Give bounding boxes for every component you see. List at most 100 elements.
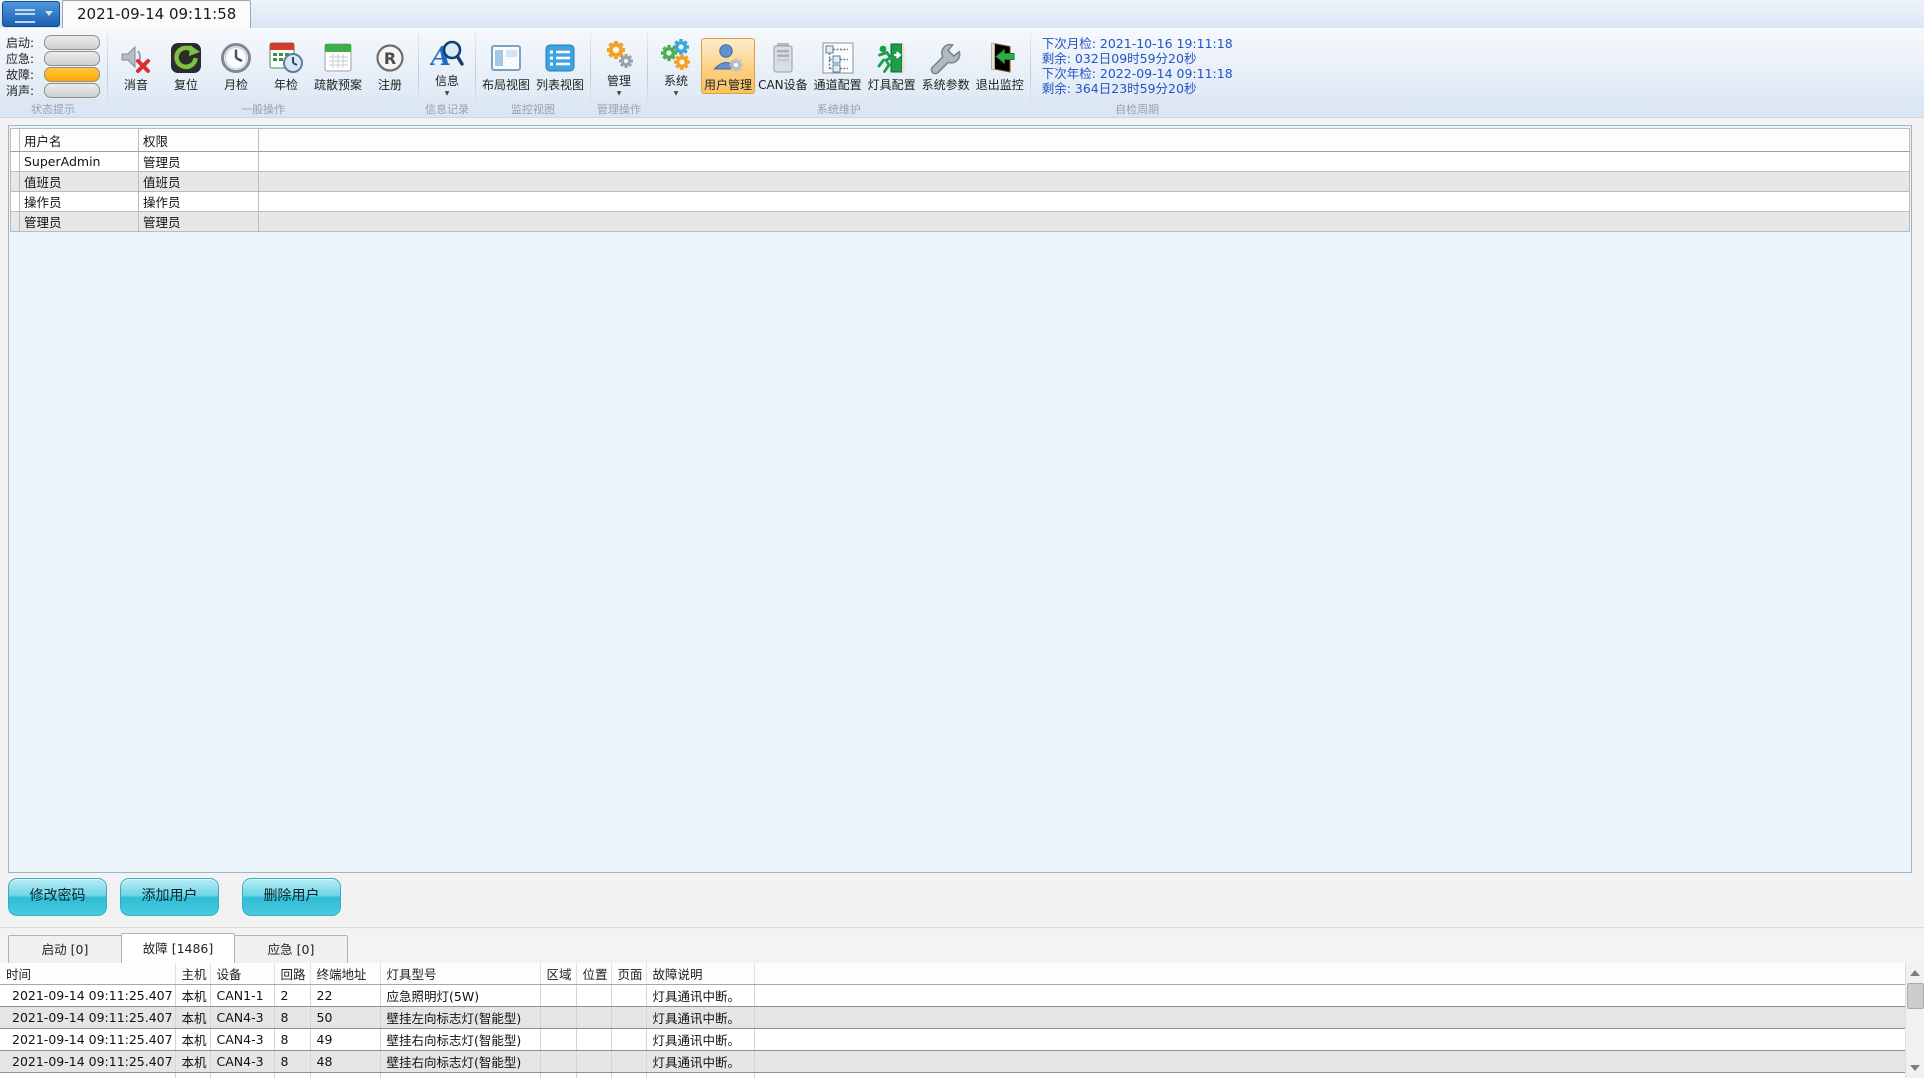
ribbon-group-info: A信息▼信息记录: [420, 28, 474, 117]
fault-cell: 50: [310, 1007, 380, 1029]
hamburger-menu-icon: [15, 9, 35, 23]
fault-column-header[interactable]: 回路: [274, 963, 310, 985]
fault-column-header[interactable]: 位置: [576, 963, 611, 985]
list-view-button[interactable]: 列表视图: [533, 38, 587, 94]
fault-cell: CAN4-3: [210, 1007, 274, 1029]
channel-config-button[interactable]: 通道配置: [811, 38, 865, 94]
ribbon-button-label: 系统: [664, 72, 688, 89]
user-role-cell: 值班员: [139, 172, 259, 192]
annual-check-button[interactable]: 年检: [261, 38, 311, 94]
ribbon-button-label: 灯具配置: [868, 76, 916, 93]
monthly-check-button[interactable]: 月检: [211, 38, 261, 94]
exit-monitor-button[interactable]: 退出监控: [973, 38, 1027, 94]
fault-cell: [611, 1029, 646, 1051]
evacuation-plan-button[interactable]: 疏散预案: [311, 38, 365, 94]
scroll-up-icon[interactable]: [1910, 970, 1920, 976]
lamp-config-button[interactable]: 灯具配置: [865, 38, 919, 94]
user-column-header[interactable]: 用户名: [20, 129, 139, 152]
system-param-button[interactable]: 系统参数: [919, 38, 973, 94]
group-divider: [647, 32, 648, 113]
status-row-fault: 故障:: [6, 66, 100, 82]
row-selector-gutter: [11, 192, 20, 212]
change-password-button[interactable]: 修改密码: [8, 878, 107, 916]
row-selector-gutter: [11, 212, 20, 232]
info-button[interactable]: A信息▼: [422, 34, 472, 98]
fault-cell: 灯具通讯中断。: [646, 1029, 754, 1051]
fault-cell: 22: [310, 985, 380, 1007]
ribbon-button-label: 系统参数: [922, 76, 970, 93]
fault-column-header[interactable]: 区域: [540, 963, 576, 985]
delete-user-button[interactable]: 删除用户: [242, 878, 341, 916]
user-table-row[interactable]: 操作员操作员: [11, 192, 1910, 212]
ribbon-group-label: 状态提示: [2, 103, 104, 117]
fault-cell: [754, 1073, 1906, 1078]
fault-column-header[interactable]: 页面: [611, 963, 646, 985]
fault-table-row[interactable]: 2021-09-14 09:11:25.407本机CAN4-3849壁挂右向标志…: [0, 1029, 1906, 1051]
status-row-start: 启动:: [6, 34, 100, 50]
fault-cell: 灯具通讯中断。: [646, 985, 754, 1007]
fault-table-row[interactable]: 2021-09-14 09:11:25.407本机CAN4-3847吊装左向标志…: [0, 1073, 1906, 1078]
registered-mark-icon: R: [373, 41, 407, 75]
fault-column-header[interactable]: 时间: [0, 963, 175, 985]
empty-column-header: [754, 963, 1906, 985]
empty-cell: [259, 172, 1910, 192]
status-row-silence: 消声:: [6, 82, 100, 98]
dropdown-arrow-icon: ▼: [674, 90, 679, 97]
fault-column-header[interactable]: 设备: [210, 963, 274, 985]
fault-cell: 49: [310, 1029, 380, 1051]
fault-cell: 48: [310, 1051, 380, 1073]
fault-table: 时间主机设备回路终端地址灯具型号区域位置页面故障说明 2021-09-14 09…: [0, 963, 1906, 1078]
fault-cell: [576, 985, 611, 1007]
ribbon-group-general: 消音复位月检年检疏散预案R注册一般操作: [109, 28, 417, 117]
app-menu-button[interactable]: [2, 1, 60, 27]
fault-cell: 吊装左向标志灯(智能型): [380, 1073, 540, 1078]
fault-column-header[interactable]: 故障说明: [646, 963, 754, 985]
vertical-scrollbar[interactable]: [1905, 963, 1924, 1078]
reset-button[interactable]: 复位: [161, 38, 211, 94]
scrollbar-thumb[interactable]: [1907, 983, 1924, 1009]
fault-cell: [754, 1007, 1906, 1029]
ribbon-button-label: 列表视图: [536, 76, 584, 93]
group-divider: [475, 32, 476, 113]
user-table-row[interactable]: SuperAdmin管理员: [11, 152, 1910, 172]
user-table-row[interactable]: 值班员值班员: [11, 172, 1910, 192]
user-name-cell: 管理员: [20, 212, 139, 232]
tab-emergency[interactable]: 应急 [0]: [234, 935, 348, 963]
mute-button[interactable]: 消音: [111, 38, 161, 94]
fault-table-row[interactable]: 2021-09-14 09:11:25.407本机CAN1-1222应急照明灯(…: [0, 985, 1906, 1007]
fault-table-row[interactable]: 2021-09-14 09:11:25.407本机CAN4-3850壁挂左向标志…: [0, 1007, 1906, 1029]
dropdown-arrow-icon: ▼: [445, 90, 450, 97]
fault-column-header[interactable]: 灯具型号: [380, 963, 540, 985]
user-table-row[interactable]: 管理员管理员: [11, 212, 1910, 232]
user-manage-button[interactable]: 用户管理: [701, 38, 755, 94]
status-lamp-emergency: [44, 51, 100, 66]
selfcheck-line: 下次月检: 2021-10-16 19:11:18: [1042, 36, 1233, 51]
user-column-header[interactable]: 权限: [139, 129, 259, 152]
user-table: 用户名权限 SuperAdmin管理员值班员值班员操作员操作员管理员管理员: [10, 128, 1910, 232]
fault-cell: 8: [274, 1029, 310, 1051]
tab-start[interactable]: 启动 [0]: [8, 935, 122, 963]
user-gear-icon: [711, 41, 745, 75]
row-selector-gutter: [11, 172, 20, 192]
tab-fault[interactable]: 故障 [1486]: [121, 933, 235, 963]
fault-table-row[interactable]: 2021-09-14 09:11:25.407本机CAN4-3848壁挂右向标志…: [0, 1051, 1906, 1073]
reset-arrow-icon: [169, 41, 203, 75]
fault-cell: [576, 1073, 611, 1078]
selfcheck-line: 剩余: 032日09时59分20秒: [1042, 51, 1197, 66]
register-button[interactable]: R注册: [365, 38, 415, 94]
manage-button[interactable]: 管理▼: [594, 34, 644, 98]
can-device-button[interactable]: CAN设备: [755, 38, 811, 94]
scroll-down-icon[interactable]: [1910, 1065, 1920, 1071]
add-user-button[interactable]: 添加用户: [120, 878, 219, 916]
empty-cell: [259, 152, 1910, 172]
fault-cell: 灯具通讯中断。: [646, 1051, 754, 1073]
fault-column-header[interactable]: 主机: [175, 963, 210, 985]
fault-cell: [576, 1029, 611, 1051]
fault-column-header[interactable]: 终端地址: [310, 963, 380, 985]
fault-cell: 壁挂右向标志灯(智能型): [380, 1029, 540, 1051]
system-button[interactable]: 系统▼: [651, 34, 701, 98]
layout-view-button[interactable]: 布局视图: [479, 38, 533, 94]
clock-title-tab[interactable]: 2021-09-14 09:11:58: [62, 0, 251, 28]
wrench-icon: [929, 41, 963, 75]
exit-lamp-icon: [875, 41, 909, 75]
